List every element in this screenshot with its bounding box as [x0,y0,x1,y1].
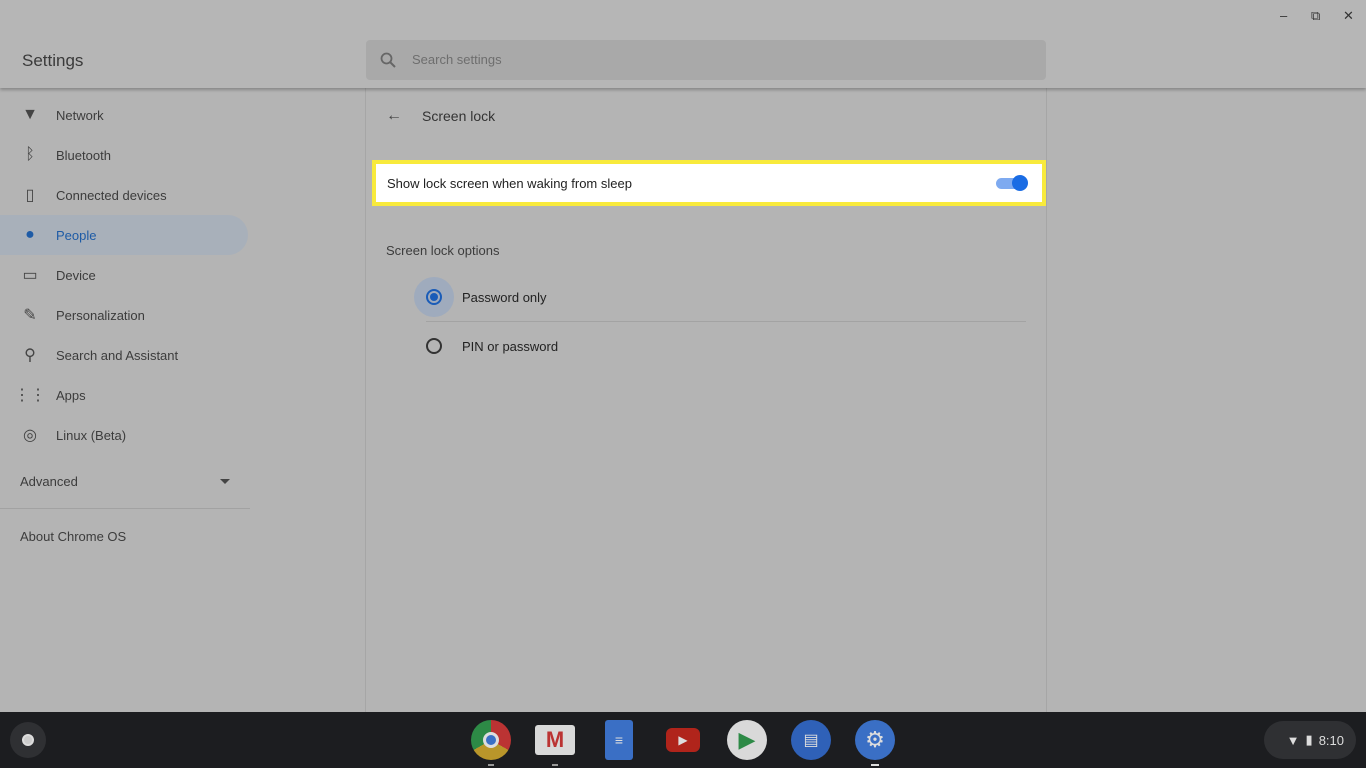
battery-icon: ▮ [1305,732,1313,747]
laptop-icon: ▭ [22,267,38,284]
radio-password-only[interactable]: Password only [414,277,547,317]
sidebar-item-personalization[interactable]: ✎ Personalization [0,295,250,335]
close-button[interactable]: ✕ [1343,8,1354,24]
radio-button-checked[interactable] [414,277,454,317]
youtube-app-icon[interactable]: ▶ [666,728,700,752]
shelf: M ≡ ▶ ▶ ▤ ⚙ ▼ ▮ 8:10 [0,712,1366,768]
search-icon: ⚲ [24,347,36,364]
sidebar-item-people[interactable]: ● People [0,215,248,255]
sidebar-item-label: Connected devices [56,187,167,203]
sidebar-item-network[interactable]: ▼ Network [0,95,250,135]
search-input[interactable]: Search settings [366,40,1046,80]
minimize-button[interactable]: – [1280,8,1287,23]
status-tray[interactable]: ▼ ▮ 8:10 [1264,721,1356,759]
sidebar-item-linux[interactable]: ◎ Linux (Beta) [0,415,250,455]
toggle-label: Show lock screen when waking from sleep [387,176,632,191]
docs-app-icon[interactable]: ≡ [605,720,633,760]
search-placeholder: Search settings [412,52,502,67]
chevron-down-icon [220,479,230,484]
radio-button-unchecked[interactable] [414,326,454,366]
apps-grid-icon: ⋮⋮ [14,387,46,404]
sidebar-item-search-assistant[interactable]: ⚲ Search and Assistant [0,335,250,375]
chrome-app-icon[interactable] [471,720,511,766]
app-title: Settings [22,51,84,70]
back-arrow-icon[interactable]: ← [386,107,402,125]
about-chrome-os-link[interactable]: About Chrome OS [20,529,126,544]
search-icon [380,52,396,68]
divider [426,321,1026,322]
lock-screen-toggle-row[interactable]: Show lock screen when waking from sleep [372,160,1046,206]
header: Settings Search settings – ⧉ ✕ [0,0,1366,88]
messages-app-icon[interactable]: ▤ [791,720,831,760]
person-icon: ● [25,226,35,243]
sidebar-item-label: Linux (Beta) [56,427,127,443]
settings-app-icon[interactable]: ⚙ [855,720,895,766]
bluetooth-icon: ᛒ [25,146,35,163]
play-store-app-icon[interactable]: ▶ [727,720,767,760]
advanced-toggle[interactable]: Advanced [20,474,230,489]
brush-icon: ✎ [23,307,37,324]
launcher-button[interactable] [10,722,46,758]
wifi-icon: ▼ [1286,732,1300,748]
radio-label: PIN or password [462,338,559,354]
sidebar-item-label: People [56,227,97,243]
sidebar-item-label: Personalization [56,307,145,323]
sidebar-item-bluetooth[interactable]: ᛒ Bluetooth [0,135,250,175]
sidebar-item-label: Search and Assistant [56,347,179,363]
radio-pin-or-password[interactable]: PIN or password [414,326,558,366]
sidebar-item-label: Bluetooth [56,147,111,163]
clock: 8:10 [1318,732,1344,748]
sidebar-item-apps[interactable]: ⋮⋮ Apps [0,375,250,415]
sidebar: ▼ Network ᛒ Bluetooth ▯ Connected devices ●… [0,88,250,455]
section-heading: Screen lock options [386,243,500,258]
radio-label: Password only [462,289,547,305]
penguin-icon: ◎ [23,427,37,444]
wifi-icon: ▼ [22,106,38,123]
divider [0,508,250,509]
sidebar-item-device[interactable]: ▭ Device [0,255,250,295]
advanced-label: Advanced [20,474,78,489]
sidebar-item-label: Device [56,267,96,283]
sidebar-item-label: Network [56,107,104,123]
lock-screen-toggle[interactable] [996,174,1028,192]
sidebar-item-label: Apps [56,387,86,403]
maximize-button[interactable]: ⧉ [1311,8,1320,24]
sidebar-item-connected-devices[interactable]: ▯ Connected devices [0,175,250,215]
phone-icon: ▯ [25,187,35,204]
gmail-app-icon[interactable]: M [535,725,575,766]
page-title: Screen lock [422,108,496,124]
main-panel: ← Screen lock Show lock screen when waki… [365,88,1047,712]
